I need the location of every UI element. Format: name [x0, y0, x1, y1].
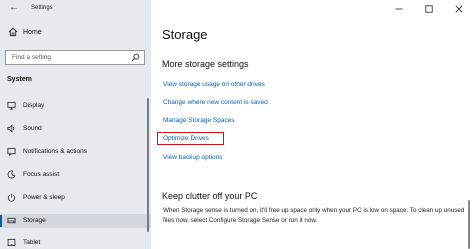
- sidebar: ← Settings Home System Display Sound: [0, 0, 151, 249]
- sidebar-item-label: Display: [23, 102, 45, 109]
- window-controls: [384, 0, 474, 17]
- sidebar-item-storage[interactable]: Storage: [0, 214, 151, 228]
- home-icon: [8, 27, 18, 37]
- page-title: Storage: [162, 27, 208, 42]
- sidebar-item-label: Storage: [23, 217, 46, 224]
- minimize-icon: [395, 8, 403, 9]
- more-storage-settings-heading: More storage settings: [162, 59, 249, 69]
- sidebar-item-label: Sound: [23, 125, 42, 132]
- sidebar-item-tablet[interactable]: Tablet: [0, 236, 151, 249]
- search-input[interactable]: [6, 51, 130, 64]
- search-icon[interactable]: [131, 53, 140, 62]
- main-content: Storage More storage settings View stora…: [151, 0, 474, 249]
- display-icon: [7, 101, 16, 110]
- maximize-icon: [425, 4, 433, 13]
- sidebar-item-label: Home: [23, 29, 42, 36]
- sidebar-item-sound[interactable]: Sound: [0, 122, 151, 136]
- sound-icon: [7, 124, 15, 133]
- sidebar-item-notifications[interactable]: Notifications & actions: [0, 145, 151, 159]
- app-title: Settings: [31, 5, 53, 11]
- tablet-icon: [7, 238, 16, 247]
- sidebar-item-display[interactable]: Display: [0, 99, 151, 113]
- close-button[interactable]: [444, 0, 474, 17]
- link-view-backup-options[interactable]: View backup options: [163, 153, 223, 162]
- link-manage-storage-spaces[interactable]: Manage Storage Spaces: [163, 116, 235, 125]
- section-label-system: System: [7, 76, 32, 83]
- sidebar-item-power-sleep[interactable]: Power & sleep: [0, 191, 151, 205]
- link-optimize-drives[interactable]: Optimize Drives: [163, 134, 209, 143]
- focus-assist-icon: [7, 170, 16, 179]
- main-scrollbar[interactable]: [468, 200, 470, 249]
- power-icon: [7, 193, 16, 202]
- link-view-storage-other-drives[interactable]: View storage usage on other drives: [163, 80, 265, 89]
- sidebar-item-label: Focus assist: [23, 171, 60, 178]
- link-change-new-content-location[interactable]: Change where new content is saved: [163, 98, 268, 107]
- selection-indicator: [0, 215, 2, 227]
- sidebar-item-label: Notifications & actions: [23, 148, 87, 155]
- back-arrow-icon[interactable]: ←: [9, 2, 19, 14]
- sidebar-item-label: Power & sleep: [23, 194, 65, 201]
- minimize-button[interactable]: [384, 0, 414, 17]
- sidebar-item-home[interactable]: Home: [0, 26, 151, 40]
- storage-icon: [7, 217, 16, 224]
- close-icon: [455, 5, 463, 12]
- notifications-icon: [7, 147, 16, 156]
- search-box[interactable]: [5, 50, 145, 65]
- titlebar-left: ← Settings: [0, 0, 151, 17]
- storage-sense-description: When Storage sense is turned on, it'll f…: [163, 207, 465, 224]
- maximize-button[interactable]: [414, 0, 444, 17]
- sidebar-item-label: Tablet: [23, 239, 41, 246]
- keep-clutter-heading: Keep clutter off your PC: [162, 191, 258, 201]
- sidebar-scrollbar[interactable]: [147, 98, 149, 232]
- sidebar-item-focus-assist[interactable]: Focus assist: [0, 168, 151, 182]
